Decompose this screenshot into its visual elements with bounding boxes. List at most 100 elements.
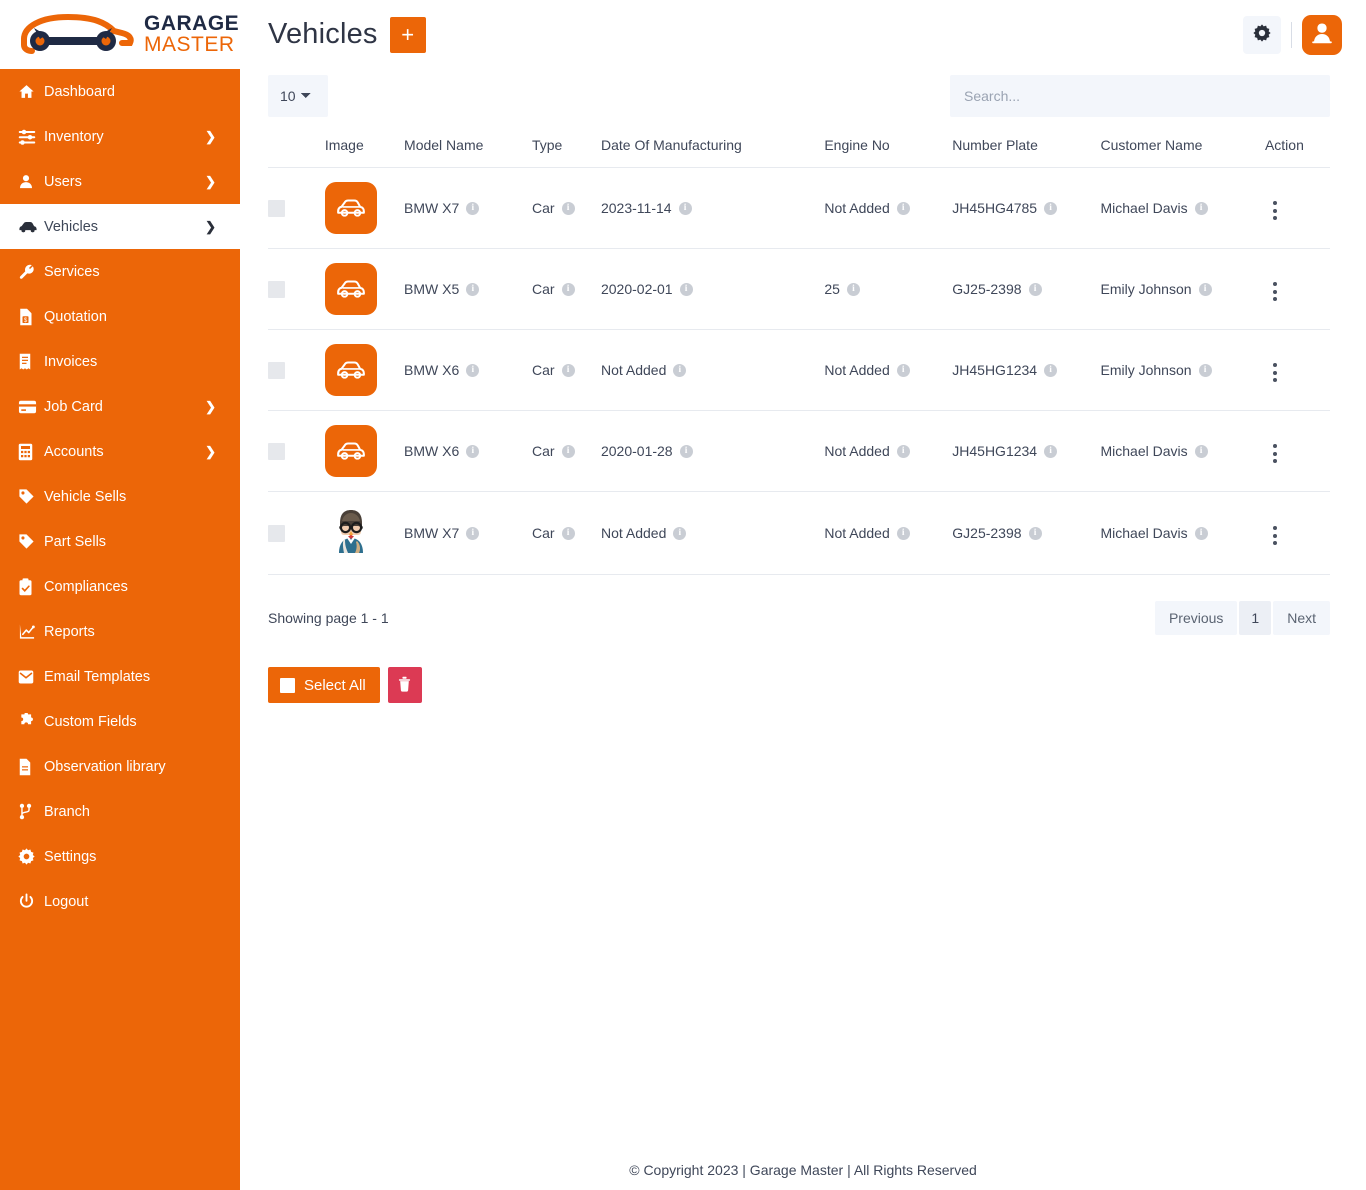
sidebar-item-compliances[interactable]: Compliances	[0, 564, 240, 609]
engine-no: 25	[824, 281, 840, 297]
sidebar-item-users[interactable]: Users ❯	[0, 159, 240, 204]
branch-icon	[18, 803, 44, 820]
info-icon[interactable]: i	[896, 444, 910, 458]
kebab-menu-icon[interactable]	[1265, 278, 1285, 305]
row-select-checkbox[interactable]	[268, 524, 285, 542]
table-footer: Showing page 1 - 1 Previous 1 Next	[268, 601, 1330, 635]
file-dollar-icon: $	[18, 308, 44, 326]
sidebar-item-dashboard[interactable]: Dashboard	[0, 69, 240, 114]
sidebar-item-job-card[interactable]: Job Card ❯	[0, 384, 240, 429]
table-head: Image Model Name Type Date Of Manufactur…	[268, 129, 1330, 168]
garage-car-logo-icon	[21, 13, 134, 54]
sidebar-item-email-templates[interactable]: Email Templates	[0, 654, 240, 699]
row-select-checkbox[interactable]	[268, 199, 285, 217]
envelope-icon	[18, 669, 44, 685]
brand-name-line1: GARAGE	[144, 11, 240, 35]
table-row: BMW X6 i Car i Not Added i Not Added i JH45HG123…	[268, 330, 1330, 411]
kebab-menu-icon[interactable]	[1265, 197, 1285, 224]
info-icon[interactable]: i	[673, 363, 687, 377]
kebab-menu-icon[interactable]	[1265, 522, 1285, 549]
car-icon	[324, 263, 377, 315]
row-select-checkbox[interactable]	[268, 442, 285, 460]
number-plate: JH45HG1234	[952, 443, 1038, 459]
pagination-page-1-button[interactable]: 1	[1239, 601, 1272, 635]
table-section: 10 25 50 100 Image Model Name Type Date …	[240, 69, 1366, 703]
info-icon[interactable]: i	[1028, 526, 1042, 540]
model-name: BMW X5	[404, 281, 460, 297]
info-icon[interactable]: i	[679, 444, 693, 458]
sidebar-item-label: Part Sells	[44, 533, 107, 550]
date-of-manufacturing: 2020-02-01	[600, 281, 673, 297]
info-icon[interactable]: i	[561, 363, 575, 377]
info-icon[interactable]: i	[1198, 363, 1212, 377]
info-icon[interactable]: i	[673, 526, 687, 540]
info-icon[interactable]: i	[678, 201, 692, 215]
pagination-previous-button[interactable]: Previous	[1154, 601, 1238, 635]
card-icon	[18, 400, 44, 414]
column-header-engine-no: Engine No	[824, 137, 890, 153]
sidebar-item-part-sells[interactable]: Part Sells	[0, 519, 240, 564]
info-icon[interactable]: i	[679, 282, 693, 296]
vehicles-table: Image Model Name Type Date Of Manufactur…	[268, 129, 1330, 575]
sidebar-item-custom-fields[interactable]: Custom Fields	[0, 699, 240, 744]
user-profile-button[interactable]	[1302, 14, 1342, 55]
info-icon[interactable]: i	[466, 444, 480, 458]
settings-button[interactable]	[1243, 15, 1281, 54]
search-input[interactable]	[950, 75, 1330, 117]
info-icon[interactable]: i	[1194, 444, 1208, 458]
column-header-model-name: Model Name	[404, 137, 484, 153]
info-icon[interactable]: i	[466, 282, 480, 296]
info-icon[interactable]: i	[896, 201, 910, 215]
sidebar-item-invoices[interactable]: Invoices	[0, 339, 240, 384]
sidebar-item-label: Accounts	[44, 443, 104, 460]
select-all-button[interactable]: Select All	[268, 667, 380, 703]
sidebar-item-inventory[interactable]: Inventory ❯	[0, 114, 240, 159]
pagination-next-button[interactable]: Next	[1273, 601, 1330, 635]
row-select-checkbox[interactable]	[268, 280, 285, 298]
info-icon[interactable]: i	[561, 444, 575, 458]
sidebar-item-quotation[interactable]: $ Quotation	[0, 294, 240, 339]
info-icon[interactable]: i	[1194, 201, 1208, 215]
brand-name-line2: MASTER	[144, 32, 235, 56]
delete-selected-button[interactable]	[387, 667, 422, 703]
info-icon[interactable]: i	[1198, 282, 1212, 296]
info-icon[interactable]: i	[1044, 444, 1058, 458]
sidebar-item-settings[interactable]: Settings	[0, 834, 240, 879]
table-header-row: Image Model Name Type Date Of Manufactur…	[268, 129, 1330, 168]
info-icon[interactable]: i	[1044, 201, 1058, 215]
sidebar-item-vehicles[interactable]: Vehicles ❯	[0, 204, 240, 249]
info-icon[interactable]: i	[466, 201, 480, 215]
row-select-checkbox[interactable]	[268, 361, 285, 379]
column-header-action: Action	[1264, 137, 1304, 153]
sliders-icon	[18, 128, 44, 146]
sidebar-item-vehicle-sells[interactable]: Vehicle Sells	[0, 474, 240, 519]
column-header-date-of-manufacturing: Date Of Manufacturing	[600, 137, 742, 153]
select-all-checkbox-icon	[280, 677, 295, 693]
info-icon[interactable]: i	[896, 363, 910, 377]
type: Car	[531, 200, 555, 216]
sidebar: GARAGE MASTER Dashboard Inventory ❯ User…	[0, 0, 240, 1190]
sidebar-item-branch[interactable]: Branch	[0, 789, 240, 834]
sidebar-item-accounts[interactable]: Accounts ❯	[0, 429, 240, 474]
kebab-menu-icon[interactable]	[1265, 359, 1285, 386]
brand-logo[interactable]: GARAGE MASTER	[0, 0, 240, 69]
info-icon[interactable]: i	[466, 526, 480, 540]
info-icon[interactable]: i	[1194, 526, 1208, 540]
info-icon[interactable]: i	[466, 363, 480, 377]
page-length-select[interactable]: 10 25 50 100	[268, 75, 328, 117]
column-header-image: Image	[324, 137, 364, 153]
info-icon[interactable]: i	[896, 526, 910, 540]
info-icon[interactable]: i	[561, 282, 575, 296]
info-icon[interactable]: i	[561, 526, 575, 540]
info-icon[interactable]: i	[561, 201, 575, 215]
sidebar-item-logout[interactable]: Logout	[0, 879, 240, 924]
info-icon[interactable]: i	[1044, 363, 1058, 377]
sidebar-item-services[interactable]: Services	[0, 249, 240, 294]
table-row: BMW X5 i Car i 2020-02-01 i 25 i GJ25-2398 i Emily…	[268, 249, 1330, 330]
add-vehicle-button[interactable]: +	[389, 16, 426, 53]
kebab-menu-icon[interactable]	[1265, 440, 1285, 467]
sidebar-item-reports[interactable]: Reports	[0, 609, 240, 654]
info-icon[interactable]: i	[846, 282, 860, 296]
info-icon[interactable]: i	[1028, 282, 1042, 296]
sidebar-item-observation-library[interactable]: Observation library	[0, 744, 240, 789]
